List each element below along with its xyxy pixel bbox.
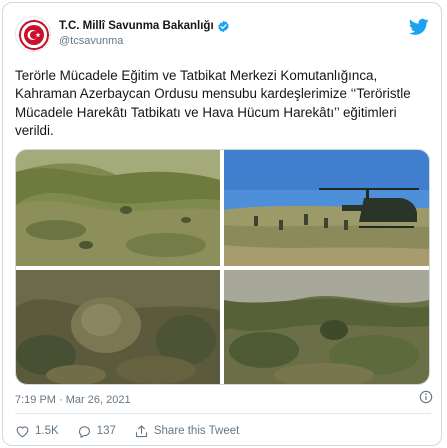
display-name-row: T.C. Millî Savunma Bakanlığı — [59, 18, 230, 34]
tweet-text: Terörle Mücadele Eğitim ve Tatbikat Merk… — [15, 68, 411, 139]
photo-helicopter-landing[interactable] — [224, 150, 429, 266]
like-button[interactable]: 1.5K — [15, 424, 59, 439]
account-handle[interactable]: @tcsavunma — [59, 35, 230, 47]
reply-count: 137 — [96, 425, 116, 437]
media-grid — [15, 149, 430, 385]
photo-camouflaged-soldier[interactable] — [16, 270, 220, 385]
action-bar: 1.5K 137 Share this Tweet — [15, 422, 257, 440]
photo-rocky-slope[interactable] — [224, 270, 429, 385]
avatar[interactable] — [15, 16, 51, 52]
like-count: 1.5K — [35, 425, 59, 437]
timestamp[interactable]: 7:19 PM · Mar 26, 2021 — [15, 394, 131, 406]
tweet-card: T.C. Millî Savunma Bakanlığı @tcsavunma … — [2, 2, 442, 446]
reply-button[interactable]: 137 — [77, 424, 116, 439]
tweet-meta: 7:19 PM · Mar 26, 2021 — [15, 390, 433, 406]
share-label: Share this Tweet — [153, 425, 240, 437]
reply-bubble-icon — [78, 425, 90, 438]
account-names: T.C. Millî Savunma Bakanlığı @tcsavunma — [59, 18, 230, 47]
verified-badge-icon — [218, 20, 229, 32]
divider — [15, 413, 431, 414]
photo-hillside-soldiers[interactable] — [16, 150, 220, 266]
display-name[interactable]: T.C. Millî Savunma Bakanlığı — [59, 20, 214, 32]
heart-icon — [16, 425, 29, 437]
info-icon[interactable] — [419, 390, 433, 404]
tweet-header: T.C. Millî Savunma Bakanlığı @tcsavunma — [15, 16, 429, 56]
share-icon — [135, 424, 147, 437]
ministry-seal-icon — [17, 18, 50, 51]
twitter-bird-icon[interactable] — [409, 18, 429, 36]
share-button[interactable]: Share this Tweet — [134, 424, 239, 439]
